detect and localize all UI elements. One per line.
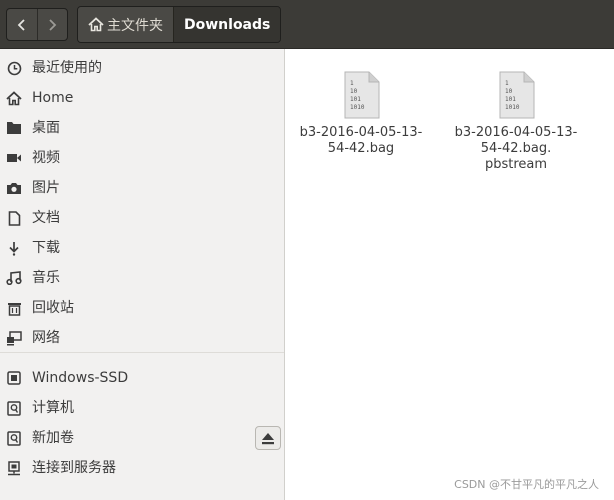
file-name-line: 54-42.bag.	[480, 141, 552, 156]
sidebar-item-label: Home	[32, 90, 74, 106]
svg-text:10: 10	[505, 88, 513, 95]
file-view: 1 10 101 1010 b3-2016-04-05-13- 54-42.ba…	[286, 49, 614, 500]
sidebar-item-recent[interactable]: 最近使用的	[0, 53, 284, 83]
sidebar-item-documents[interactable]: 文档	[0, 203, 284, 233]
music-icon	[6, 270, 22, 286]
network-icon	[6, 330, 22, 346]
chevron-right-icon	[49, 18, 57, 31]
sidebar-item-desktop[interactable]: 桌面	[0, 113, 284, 143]
sidebar-item-label: 计算机	[32, 400, 74, 416]
file-item[interactable]: 1 10 101 1010 b3-2016-04-05-13- 54-42.ba…	[451, 71, 581, 173]
sidebar-item-label: 网络	[32, 330, 60, 346]
sidebar-item-pictures[interactable]: 图片	[0, 173, 284, 203]
home-icon	[88, 17, 104, 32]
drive-icon	[6, 370, 22, 386]
folder-icon	[6, 120, 22, 136]
sidebar-item-new-volume[interactable]: 新加卷	[0, 423, 284, 453]
svg-text:1: 1	[505, 80, 509, 87]
sidebar-item-label: 下载	[32, 240, 60, 256]
sidebar-item-label: 桌面	[32, 120, 60, 136]
svg-text:1010: 1010	[350, 104, 365, 111]
file-name: b3-2016-04-05-13- 54-42.bag. pbstream	[451, 125, 581, 173]
video-icon	[6, 150, 22, 166]
sidebar-item-downloads[interactable]: 下载	[0, 233, 284, 263]
file-item[interactable]: 1 10 101 1010 b3-2016-04-05-13- 54-42.ba…	[296, 71, 426, 157]
sidebar-item-computer[interactable]: 计算机	[0, 393, 284, 423]
sidebar: 最近使用的 Home 桌面 视频 图片 文档 下载 音乐 回收站 网络 Wind…	[0, 49, 285, 500]
svg-text:10: 10	[350, 88, 358, 95]
back-button[interactable]	[7, 9, 37, 40]
sidebar-item-music[interactable]: 音乐	[0, 263, 284, 293]
home-icon	[6, 90, 22, 106]
file-name-line: pbstream	[484, 157, 548, 172]
sidebar-item-label: 图片	[32, 180, 60, 196]
download-icon	[6, 240, 22, 256]
binary-file-icon: 1 10 101 1010	[344, 71, 380, 119]
breadcrumb-current-label: Downloads	[184, 16, 271, 33]
file-name-line: b3-2016-04-05-13-	[454, 125, 578, 140]
header-bar: 主文件夹 Downloads	[0, 0, 614, 49]
sidebar-item-videos[interactable]: 视频	[0, 143, 284, 173]
sidebar-item-windows-ssd[interactable]: Windows-SSD	[0, 363, 284, 393]
sidebar-item-label: 最近使用的	[32, 60, 102, 76]
navigation-buttons	[6, 8, 68, 41]
watermark: CSDN @不甘平凡的平凡之人	[454, 478, 599, 491]
eject-icon	[262, 432, 274, 444]
sidebar-item-network[interactable]: 网络	[0, 323, 284, 353]
eject-button[interactable]	[255, 426, 281, 450]
server-icon	[6, 460, 22, 476]
breadcrumb-home[interactable]: 主文件夹	[78, 7, 173, 42]
sidebar-item-label: 连接到服务器	[32, 460, 116, 476]
svg-text:1: 1	[350, 80, 354, 87]
sidebar-item-label: 回收站	[32, 300, 74, 316]
file-name-line: 54-42.bag	[327, 141, 395, 156]
svg-text:101: 101	[505, 96, 516, 103]
svg-text:1010: 1010	[505, 104, 520, 111]
file-name: b3-2016-04-05-13- 54-42.bag	[296, 125, 426, 157]
svg-text:101: 101	[350, 96, 361, 103]
harddisk-icon	[6, 430, 22, 446]
document-icon	[6, 210, 22, 226]
sidebar-item-home[interactable]: Home	[0, 83, 284, 113]
breadcrumb-home-label: 主文件夹	[107, 17, 163, 34]
sidebar-item-label: Windows-SSD	[32, 370, 129, 386]
trash-icon	[6, 300, 22, 316]
sidebar-item-label: 文档	[32, 210, 60, 226]
harddisk-icon	[6, 400, 22, 416]
breadcrumb-current[interactable]: Downloads	[173, 7, 281, 42]
breadcrumb: 主文件夹 Downloads	[77, 6, 282, 43]
chevron-left-icon	[17, 18, 25, 31]
sidebar-item-label: 音乐	[32, 270, 60, 286]
camera-icon	[6, 180, 22, 196]
sidebar-divider	[0, 352, 284, 353]
sidebar-item-label: 视频	[32, 150, 60, 166]
forward-button[interactable]	[36, 9, 68, 40]
sidebar-item-trash[interactable]: 回收站	[0, 293, 284, 323]
sidebar-item-label: 新加卷	[32, 430, 74, 446]
file-name-line: b3-2016-04-05-13-	[299, 125, 423, 140]
binary-file-icon: 1 10 101 1010	[499, 71, 535, 119]
sidebar-item-connect-server[interactable]: 连接到服务器	[0, 453, 284, 483]
clock-icon	[6, 60, 22, 76]
